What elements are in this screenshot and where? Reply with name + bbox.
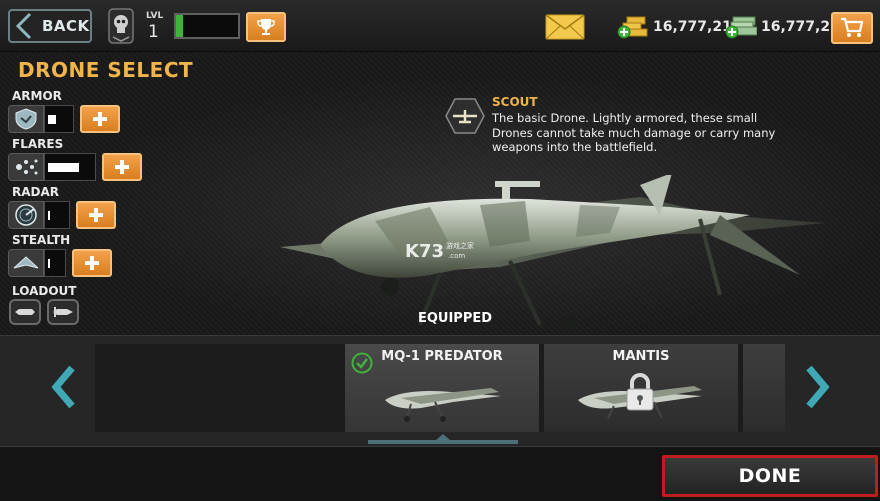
k73-watermark: K73 游戏之家 .com bbox=[405, 241, 474, 262]
stat-stealth: STEALTH bbox=[8, 233, 112, 277]
loadout-slot-1[interactable] bbox=[9, 299, 41, 325]
xp-progress-bar bbox=[174, 13, 240, 39]
drone-card-mantis[interactable]: MANTIS bbox=[544, 344, 738, 432]
armor-level-fill bbox=[48, 115, 56, 124]
carousel-next-arrow-icon[interactable] bbox=[803, 366, 831, 408]
achievements-button[interactable] bbox=[246, 12, 286, 42]
done-label: DONE bbox=[738, 465, 802, 487]
done-button[interactable]: DONE bbox=[662, 455, 878, 497]
drone-description: The basic Drone. Lightly armored, these … bbox=[492, 111, 776, 154]
plus-icon bbox=[85, 256, 99, 270]
flares-upgrade-button[interactable] bbox=[102, 153, 142, 181]
carousel-prev-arrow-icon[interactable] bbox=[50, 366, 78, 408]
page-title: DRONE SELECT bbox=[18, 58, 194, 82]
drone-card-next-partial[interactable] bbox=[743, 344, 785, 432]
radar-icon bbox=[8, 201, 44, 229]
plus-icon bbox=[93, 112, 107, 126]
plus-icon bbox=[115, 160, 129, 174]
gold-currency: 16,777,215 bbox=[617, 14, 742, 40]
loadout-slot-2[interactable] bbox=[47, 299, 79, 325]
svg-text:K73: K73 bbox=[405, 241, 444, 262]
radar-level-fill bbox=[48, 211, 50, 220]
back-label: BACK bbox=[42, 17, 90, 35]
missile-icon bbox=[15, 309, 35, 315]
selected-card-indicator bbox=[368, 434, 518, 444]
radar-level-meter bbox=[44, 201, 70, 229]
predator-thumbnail bbox=[385, 388, 501, 422]
xp-progress-fill bbox=[176, 15, 184, 37]
armor-level-meter bbox=[44, 105, 74, 133]
loadout-label: LOADOUT bbox=[12, 284, 77, 298]
stealth-level-meter bbox=[44, 249, 66, 277]
drone-card-name: MANTIS bbox=[612, 349, 670, 364]
level-value: 1 bbox=[148, 22, 159, 42]
stat-flares: FLARES bbox=[8, 137, 142, 181]
back-button[interactable]: BACK bbox=[8, 9, 92, 43]
stat-label: ARMOR bbox=[12, 89, 62, 103]
flares-level-meter bbox=[44, 153, 96, 181]
trophy-icon bbox=[257, 19, 275, 35]
shop-button[interactable] bbox=[831, 12, 873, 44]
back-chevron-icon bbox=[15, 12, 32, 40]
flares-level-fill bbox=[48, 163, 79, 172]
drone-name: SCOUT bbox=[492, 95, 538, 109]
cash-stack-plus-icon[interactable] bbox=[725, 14, 757, 40]
radar-upgrade-button[interactable] bbox=[76, 201, 116, 229]
mail-icon[interactable] bbox=[545, 14, 585, 40]
stat-label: FLARES bbox=[12, 137, 64, 151]
predator-drone-image: K73 游戏之家 .com bbox=[280, 175, 825, 331]
lock-icon bbox=[626, 373, 654, 411]
scout-class-icon bbox=[445, 98, 485, 134]
stat-label: STEALTH bbox=[12, 233, 71, 247]
stat-radar: RADAR bbox=[8, 185, 116, 229]
stat-label: RADAR bbox=[12, 185, 60, 199]
equipped-status: EQUIPPED bbox=[417, 311, 493, 326]
level-label: LVL bbox=[146, 11, 164, 21]
stealth-level-fill bbox=[48, 259, 50, 268]
armor-upgrade-button[interactable] bbox=[80, 105, 120, 133]
drone-card-name: MQ-1 PREDATOR bbox=[381, 349, 503, 364]
stat-armor: ARMOR bbox=[8, 89, 120, 133]
bomb-icon bbox=[53, 307, 73, 317]
stealth-icon bbox=[8, 249, 44, 277]
gold-bars-plus-icon[interactable] bbox=[617, 14, 649, 40]
svg-text:游戏之家: 游戏之家 bbox=[446, 241, 474, 250]
shield-icon bbox=[8, 105, 44, 133]
svg-text:.com: .com bbox=[448, 252, 465, 260]
rank-skull-icon bbox=[108, 8, 134, 44]
shopping-cart-icon bbox=[841, 17, 864, 37]
top-bar: BACK LVL 1 16,777,215 16,777,215 bbox=[0, 0, 880, 52]
drone-card-mq1-predator[interactable]: MQ-1 PREDATOR bbox=[345, 344, 539, 432]
plus-icon bbox=[89, 208, 103, 222]
flares-icon bbox=[8, 153, 44, 181]
stealth-upgrade-button[interactable] bbox=[72, 249, 112, 277]
